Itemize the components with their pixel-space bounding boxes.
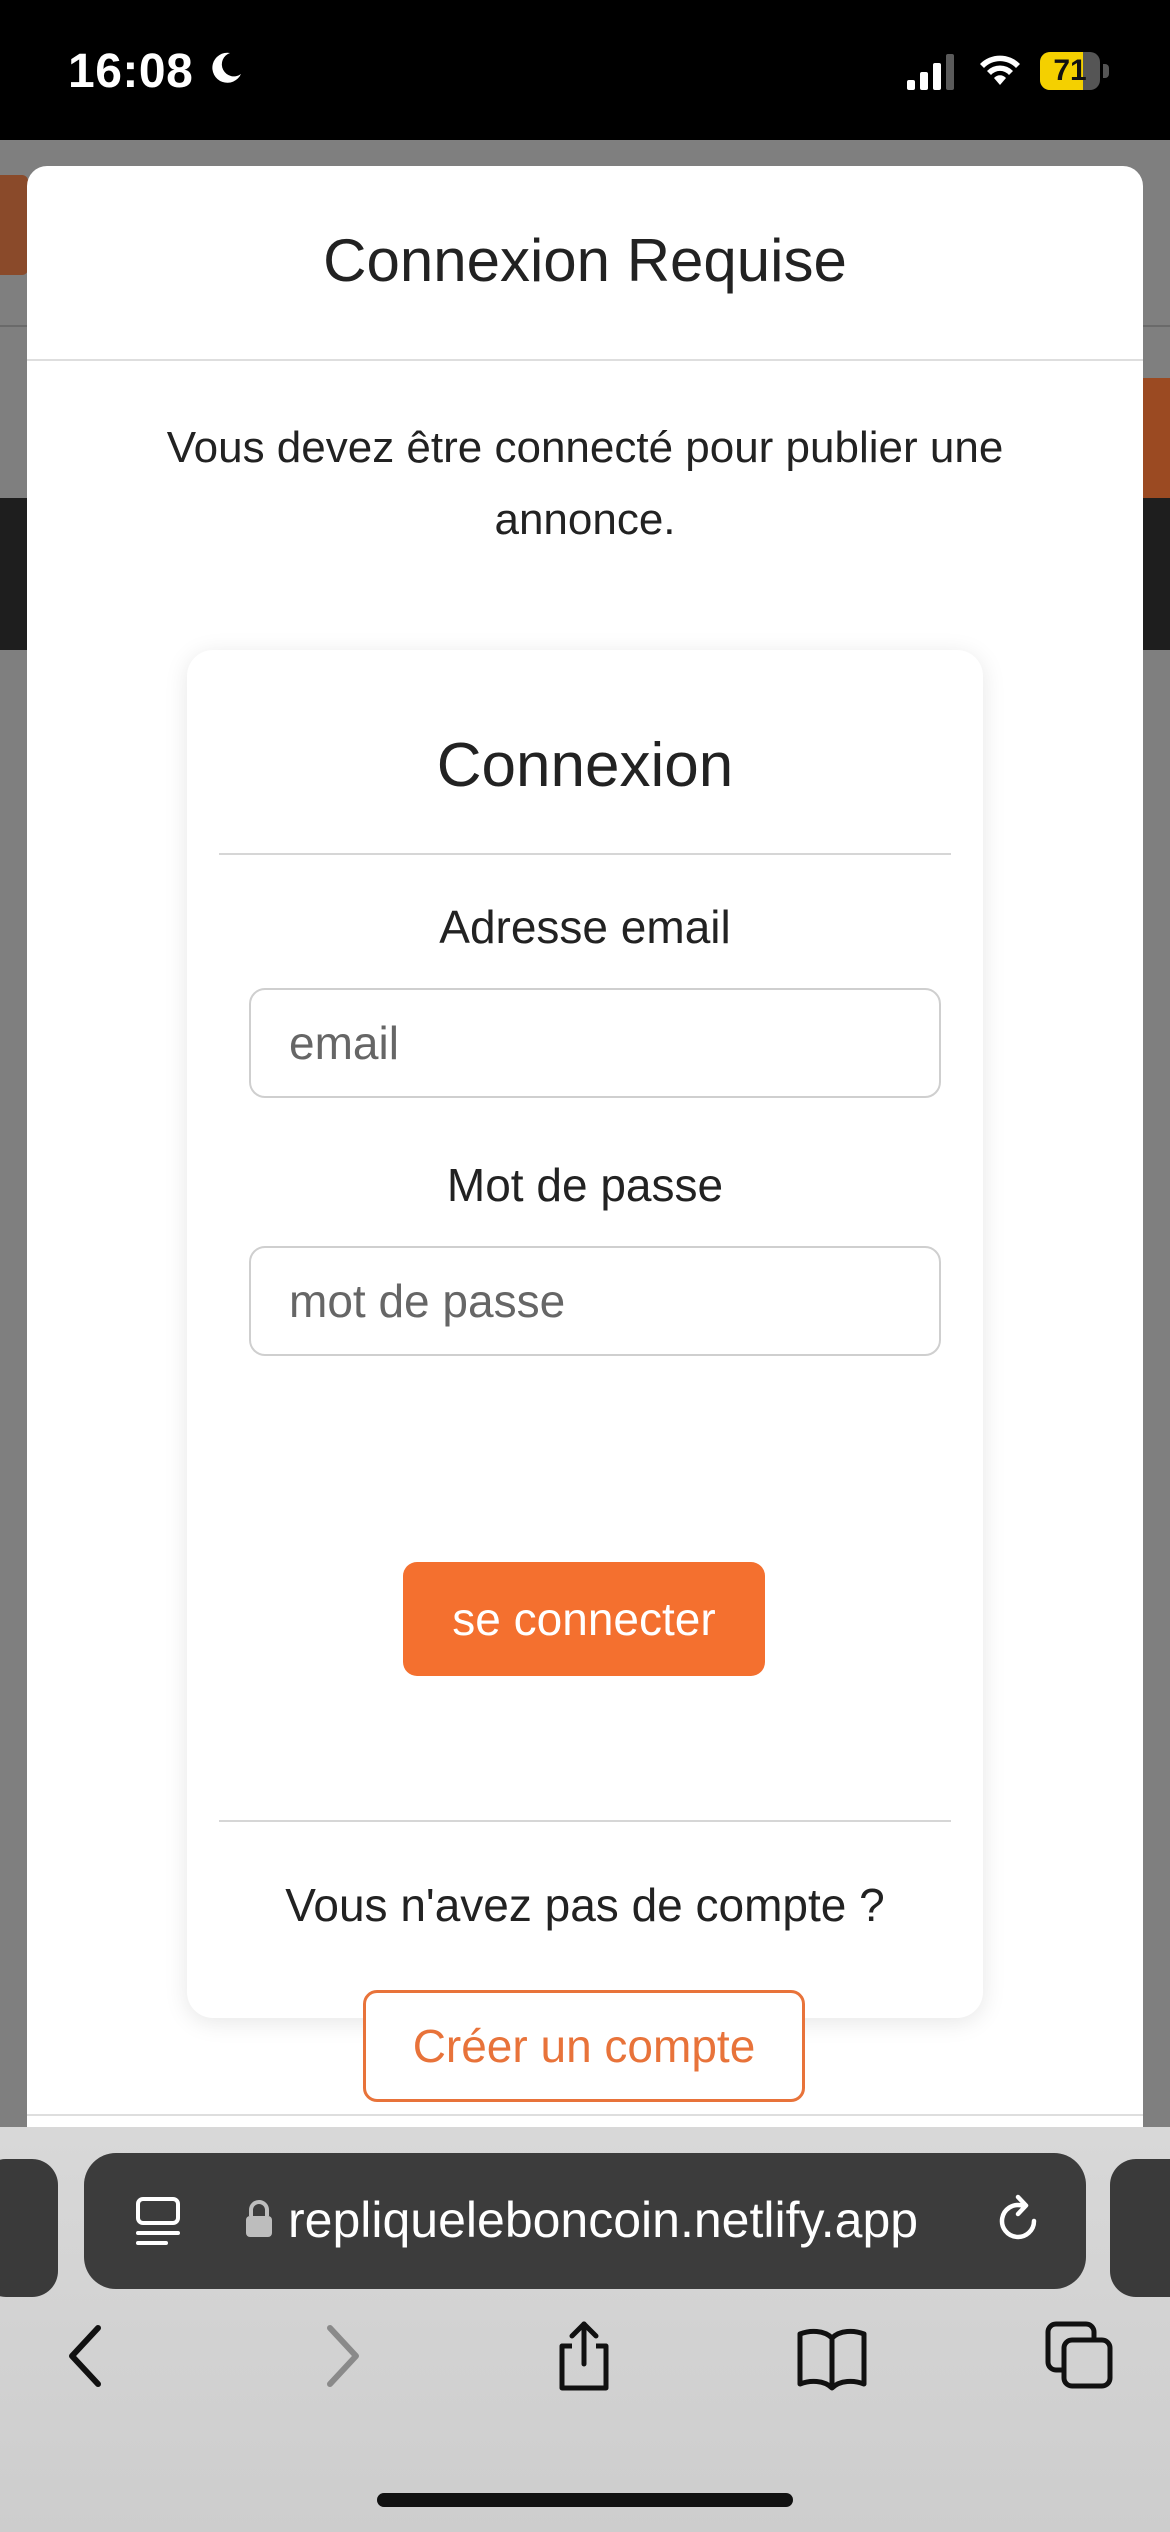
url-text: repliqueleboncoin.netlify.app [288,2192,919,2248]
login-title-divider [219,853,951,855]
status-bar: 16:08 71 [0,0,1170,140]
moon-icon [212,52,241,83]
signal-icon [907,54,954,90]
background-element [0,175,28,275]
modal-footer-divider [27,2114,1143,2116]
login-card: Connexion Adresse email Mot de passe se … [187,650,983,2102]
login-button[interactable]: se connecter [403,1562,765,1676]
status-time: 16:08 [68,45,194,98]
back-icon[interactable] [52,2320,124,2392]
forward-icon[interactable] [304,2320,376,2392]
battery-icon: 71 [1040,52,1110,90]
email-field[interactable] [249,988,941,1098]
modal-title: Connexion Requise [323,227,847,294]
create-account-button[interactable]: Créer un compte [363,1990,805,2102]
battery-level: 71 [1053,54,1087,87]
lock-icon [246,2200,272,2237]
address-bar[interactable]: repliqueleboncoin.netlify.app [84,2153,1086,2289]
next-tab-preview[interactable] [1110,2159,1170,2297]
reload-icon[interactable] [992,2193,1046,2249]
tabs-icon[interactable] [1044,2320,1116,2392]
modal-header-divider [27,359,1143,361]
signup-divider [219,1820,951,1822]
bookmarks-icon[interactable] [796,2320,868,2392]
password-field[interactable] [249,1246,941,1356]
home-indicator[interactable] [377,2493,793,2507]
page-menu-icon[interactable] [134,2195,182,2247]
password-label: Mot de passe [446,1159,724,1211]
login-required-modal: Connexion Requise Vous devez être connec… [27,166,1143,2166]
wifi-icon [980,55,1020,85]
previous-tab-preview[interactable] [0,2159,58,2297]
no-account-text: Vous n'avez pas de compte ? [285,1879,885,1931]
modal-message: Vous devez être connecté pour publier un… [166,423,1004,544]
login-title: Connexion [436,731,734,800]
share-icon[interactable] [548,2320,620,2392]
email-label: Adresse email [439,901,731,953]
